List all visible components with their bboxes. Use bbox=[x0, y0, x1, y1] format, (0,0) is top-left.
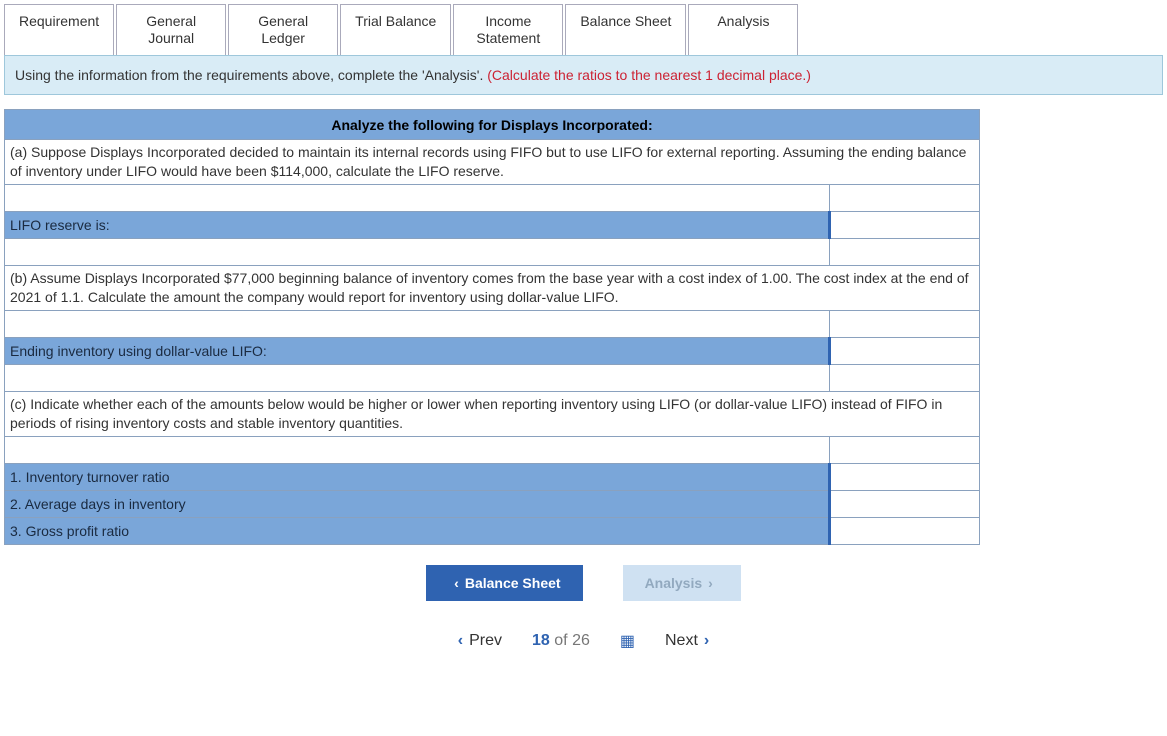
next-sheet-label: Analysis bbox=[645, 575, 703, 591]
part-a-text: (a) Suppose Displays Incorporated decide… bbox=[5, 140, 980, 185]
pager-prev[interactable]: ‹ Prev bbox=[458, 632, 502, 650]
instructions-panel: Using the information from the requireme… bbox=[4, 55, 1163, 96]
input-cell[interactable] bbox=[830, 239, 980, 266]
tab-label: Trial Balance bbox=[355, 13, 436, 29]
pager-of: of bbox=[554, 632, 567, 649]
pager-next-label: Next bbox=[665, 632, 698, 650]
pager-prev-label: Prev bbox=[469, 632, 502, 650]
chevron-left-icon: ‹ bbox=[454, 575, 459, 591]
spacer bbox=[5, 436, 830, 463]
tab-label: Balance Sheet bbox=[580, 13, 671, 29]
chevron-right-icon: › bbox=[708, 575, 713, 591]
lifo-reserve-input[interactable] bbox=[830, 212, 980, 239]
pager-current: 18 bbox=[532, 632, 550, 649]
analysis-table: Analyze the following for Displays Incor… bbox=[4, 109, 980, 544]
tab-general-journal[interactable]: General Journal bbox=[116, 4, 226, 55]
tab-requirement[interactable]: Requirement bbox=[4, 4, 114, 55]
c3-input[interactable] bbox=[830, 517, 980, 544]
tab-label: Analysis bbox=[717, 13, 769, 29]
part-b-text: (b) Assume Displays Incorporated $77,000… bbox=[5, 266, 980, 311]
lifo-reserve-label: LIFO reserve is: bbox=[5, 212, 830, 239]
input-cell[interactable] bbox=[830, 311, 980, 338]
input-cell[interactable] bbox=[830, 185, 980, 212]
sheet-nav: ‹ Balance Sheet Analysis › bbox=[4, 565, 1163, 601]
tab-income-statement[interactable]: Income Statement bbox=[453, 4, 563, 55]
pager-next[interactable]: Next › bbox=[665, 632, 709, 650]
c1-label: 1. Inventory turnover ratio bbox=[5, 463, 830, 490]
tab-analysis[interactable]: Analysis bbox=[688, 4, 798, 55]
tab-label: Income Statement bbox=[476, 13, 540, 46]
prev-sheet-button[interactable]: ‹ Balance Sheet bbox=[426, 565, 582, 601]
next-sheet-button[interactable]: Analysis › bbox=[623, 565, 741, 601]
spacer bbox=[5, 239, 830, 266]
input-cell[interactable] bbox=[830, 436, 980, 463]
c3-label: 3. Gross profit ratio bbox=[5, 517, 830, 544]
tab-general-ledger[interactable]: General Ledger bbox=[228, 4, 338, 55]
tab-trial-balance[interactable]: Trial Balance bbox=[340, 4, 451, 55]
chevron-left-icon: ‹ bbox=[458, 632, 463, 650]
chevron-right-icon: › bbox=[704, 632, 709, 650]
pager-total: 26 bbox=[572, 632, 590, 649]
spacer bbox=[5, 185, 830, 212]
pager-position: 18 of 26 bbox=[532, 632, 590, 650]
c2-input[interactable] bbox=[830, 490, 980, 517]
tab-label: General Journal bbox=[146, 13, 196, 46]
tab-label: Requirement bbox=[19, 13, 99, 29]
c2-label: 2. Average days in inventory bbox=[5, 490, 830, 517]
c1-input[interactable] bbox=[830, 463, 980, 490]
instructions-note: (Calculate the ratios to the nearest 1 d… bbox=[487, 67, 811, 83]
pager: ‹ Prev 18 of 26 ▦ Next › bbox=[4, 631, 1163, 651]
dollar-value-lifo-input[interactable] bbox=[830, 338, 980, 365]
tab-bar: Requirement General Journal General Ledg… bbox=[0, 0, 1167, 55]
tab-balance-sheet[interactable]: Balance Sheet bbox=[565, 4, 686, 55]
tab-label: General Ledger bbox=[258, 13, 308, 46]
instructions-main: Using the information from the requireme… bbox=[15, 67, 487, 83]
grid-icon[interactable]: ▦ bbox=[620, 631, 635, 651]
dollar-value-lifo-label: Ending inventory using dollar-value LIFO… bbox=[5, 338, 830, 365]
spacer bbox=[5, 365, 830, 392]
prev-sheet-label: Balance Sheet bbox=[465, 575, 561, 591]
input-cell[interactable] bbox=[830, 365, 980, 392]
analysis-header: Analyze the following for Displays Incor… bbox=[5, 110, 980, 140]
spacer bbox=[5, 311, 830, 338]
part-c-text: (c) Indicate whether each of the amounts… bbox=[5, 392, 980, 437]
